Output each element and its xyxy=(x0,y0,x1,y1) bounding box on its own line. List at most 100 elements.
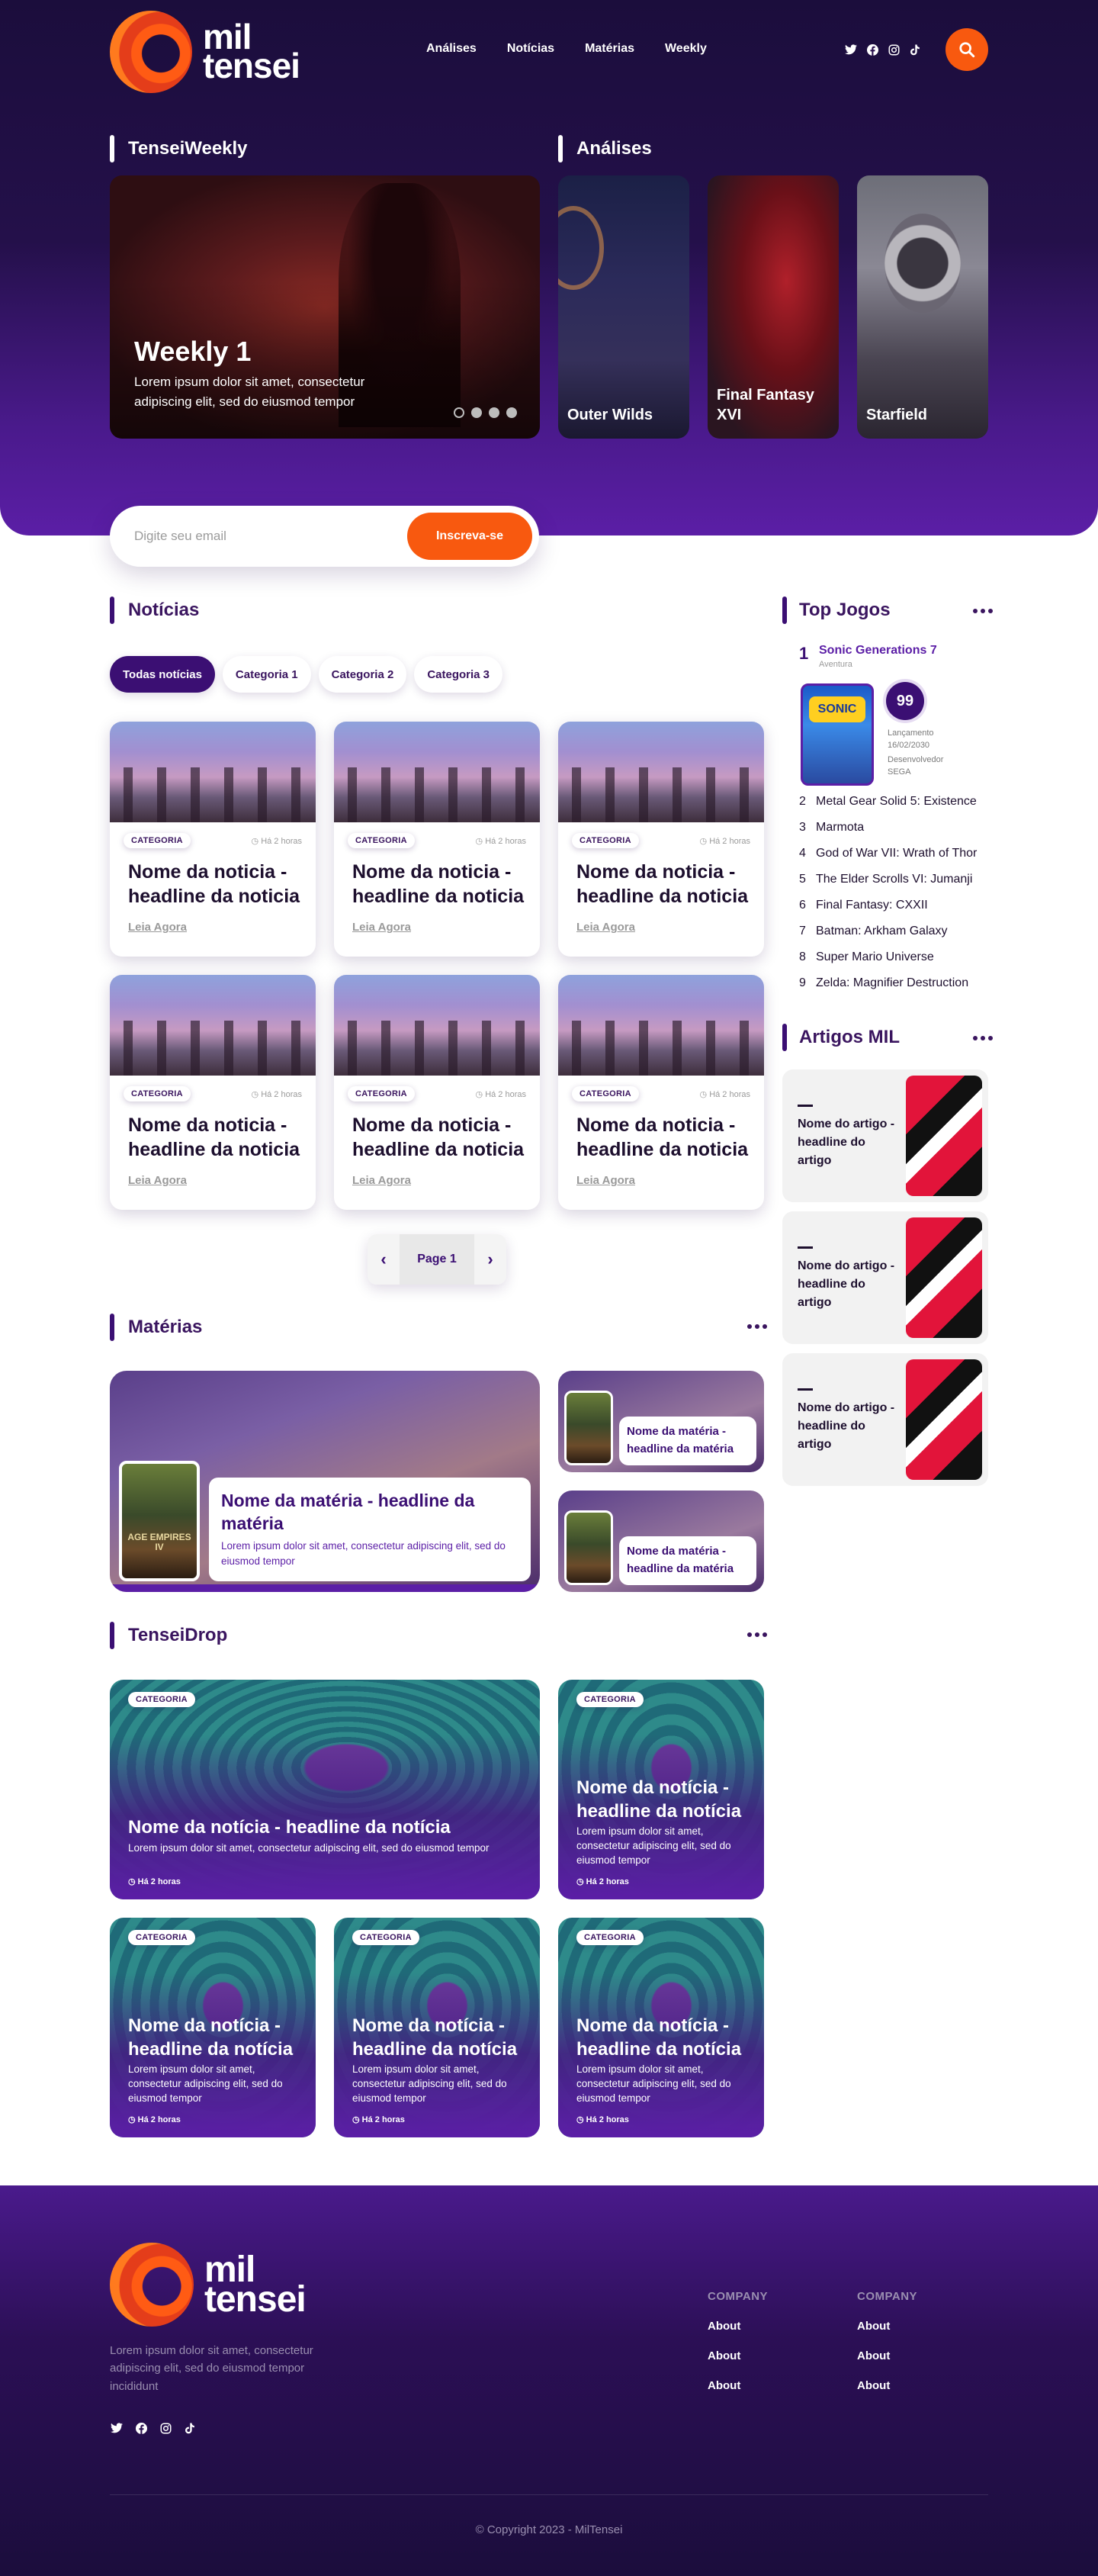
top-jogo-item[interactable]: 2 Metal Gear Solid 5: Existence xyxy=(799,789,997,815)
top-jogo-item[interactable]: 6 Final Fantasy: CXXII xyxy=(799,892,997,918)
read-more-link[interactable]: Leia Agora xyxy=(352,1174,411,1187)
footer-link-about[interactable]: About xyxy=(857,2320,917,2333)
carousel-dot-3[interactable] xyxy=(489,407,499,418)
artigo-image xyxy=(906,1359,982,1480)
weekly-hero-card[interactable]: Weekly 1 Lorem ipsum dolor sit amet, con… xyxy=(110,175,540,439)
carousel-dot-4[interactable] xyxy=(506,407,517,418)
analise-card-starfield[interactable]: Starfield xyxy=(857,175,988,439)
carousel-dot-2[interactable] xyxy=(471,407,482,418)
materia-card[interactable]: Nome da matéria - headline da matéria xyxy=(558,1371,764,1472)
email-input[interactable]: Digite seu email xyxy=(134,529,226,544)
logo-text-line2: tensei xyxy=(203,46,300,85)
materia-cover xyxy=(564,1510,613,1585)
analise-card-outer-wilds[interactable]: Outer Wilds xyxy=(558,175,689,439)
top-jogo-featured[interactable]: 1 Sonic Generations 7 Aventura SONIC 99 … xyxy=(799,642,990,787)
release-date: 16/02/2030 xyxy=(888,740,930,750)
drop-card-title: Nome da notícia - headline da notícia xyxy=(576,1777,742,1822)
artigo-card[interactable]: Nome do artigo - headline do artigo xyxy=(782,1353,988,1486)
instagram-icon[interactable] xyxy=(887,43,901,56)
read-more-link[interactable]: Leia Agora xyxy=(352,921,411,934)
drop-card[interactable]: CATEGORIA Nome da notícia - headline da … xyxy=(334,1918,540,2137)
artigos-more-icon[interactable] xyxy=(973,1036,993,1040)
newsletter-form: Digite seu email Inscreva-se xyxy=(110,506,539,567)
top-jogo-cover-text: SONIC xyxy=(809,696,865,722)
news-card-title: Nome da noticia - headline da noticia xyxy=(576,861,749,907)
news-card-title: Nome da noticia - headline da noticia xyxy=(128,861,300,907)
instagram-icon[interactable] xyxy=(159,2421,172,2435)
analise-card-final-fantasy[interactable]: Final Fantasy XVI xyxy=(708,175,839,439)
news-card[interactable]: CATEGORIA ◷ Há 2 horas Nome da noticia - … xyxy=(110,722,316,957)
materia-card[interactable]: Nome da matéria - headline da matéria xyxy=(558,1491,764,1592)
news-card[interactable]: CATEGORIA ◷ Há 2 horas Nome da noticia - … xyxy=(558,975,764,1210)
top-jogos-more-icon[interactable] xyxy=(973,609,993,613)
carousel-dot-1[interactable] xyxy=(454,407,464,418)
top-jogo-item[interactable]: 3 Marmota xyxy=(799,815,997,841)
chip-categoria-1[interactable]: Categoria 1 xyxy=(222,656,311,693)
chip-categoria-2[interactable]: Categoria 2 xyxy=(318,656,407,693)
drop-card[interactable]: CATEGORIA Nome da notícia - headline da … xyxy=(558,1918,764,2137)
top-jogo-item[interactable]: 8 Super Mario Universe xyxy=(799,944,997,970)
read-more-link[interactable]: Leia Agora xyxy=(128,921,187,934)
tiktok-icon[interactable] xyxy=(183,2421,197,2435)
clock-icon: ◷ xyxy=(576,2115,586,2124)
news-time: Há 2 horas xyxy=(709,836,750,846)
artigos-section-title: Artigos MIL xyxy=(782,1024,900,1051)
chip-categoria-3[interactable]: Categoria 3 xyxy=(414,656,503,693)
read-more-link[interactable]: Leia Agora xyxy=(128,1174,187,1187)
subscribe-button[interactable]: Inscreva-se xyxy=(407,513,532,560)
prev-page-button[interactable]: ‹ xyxy=(368,1234,400,1285)
news-card-title: Nome da noticia - headline da noticia xyxy=(128,1114,300,1160)
category-filter: Todas notícias Categoria 1 Categoria 2 C… xyxy=(110,656,503,693)
next-page-button[interactable]: › xyxy=(474,1234,506,1285)
materia-featured-card[interactable]: AGE EMPIRES IV Nome da matéria - headlin… xyxy=(110,1371,540,1592)
category-badge: CATEGORIA xyxy=(572,1086,639,1101)
materia-title: Nome da matéria - headline da matéria xyxy=(221,1491,475,1533)
footer-link-about[interactable]: About xyxy=(708,2379,768,2392)
top-jogo-item[interactable]: 4 God of War VII: Wrath of Thor xyxy=(799,841,997,867)
artigo-card[interactable]: Nome do artigo - headline do artigo xyxy=(782,1069,988,1202)
read-more-link[interactable]: Leia Agora xyxy=(576,921,635,934)
read-more-link[interactable]: Leia Agora xyxy=(576,1174,635,1187)
search-button[interactable] xyxy=(946,28,988,71)
nav-noticias[interactable]: Notícias xyxy=(507,42,554,56)
drop-card-title: Nome da notícia - headline da notícia xyxy=(352,2015,518,2060)
weekly-section-title: TenseiWeekly xyxy=(110,135,248,162)
twitter-icon[interactable] xyxy=(110,2421,124,2435)
footer-link-about[interactable]: About xyxy=(708,2349,768,2362)
top-jogo-item[interactable]: 9 Zelda: Magnifier Destruction xyxy=(799,970,997,996)
news-time: Há 2 horas xyxy=(709,1089,750,1099)
news-card[interactable]: CATEGORIA ◷ Há 2 horas Nome da noticia - … xyxy=(334,722,540,957)
nav-materias[interactable]: Matérias xyxy=(585,42,634,56)
top-jogo-cover: SONIC xyxy=(801,683,874,786)
materia-cover xyxy=(564,1391,613,1465)
artigo-card[interactable]: Nome do artigo - headline do artigo xyxy=(782,1211,988,1344)
news-time: Há 2 horas xyxy=(261,1089,302,1099)
nav-analises[interactable]: Análises xyxy=(426,42,477,56)
logo[interactable]: mil tensei xyxy=(110,11,300,93)
nav-weekly[interactable]: Weekly xyxy=(665,42,707,56)
news-card[interactable]: CATEGORIA ◷ Há 2 horas Nome da noticia - … xyxy=(334,975,540,1210)
facebook-icon[interactable] xyxy=(134,2421,148,2435)
chip-todas-noticias[interactable]: Todas notícias xyxy=(110,656,215,693)
category-badge: CATEGORIA xyxy=(124,1086,191,1101)
developer-label: Desenvolvedor xyxy=(888,754,944,764)
top-jogo-item[interactable]: 7 Batman: Arkham Galaxy xyxy=(799,918,997,944)
footer-link-about[interactable]: About xyxy=(857,2349,917,2362)
tiktok-icon[interactable] xyxy=(908,43,922,56)
footer-logo[interactable]: mil tensei xyxy=(110,2243,307,2327)
facebook-icon[interactable] xyxy=(865,43,879,56)
news-card[interactable]: CATEGORIA ◷ Há 2 horas Nome da noticia - … xyxy=(558,722,764,957)
materias-more-icon[interactable] xyxy=(747,1324,767,1329)
pagination: ‹ Page 1 › xyxy=(368,1234,506,1285)
news-card[interactable]: CATEGORIA ◷ Há 2 horas Nome da noticia - … xyxy=(110,975,316,1210)
developer-name: SEGA xyxy=(888,767,911,777)
drop-card[interactable]: CATEGORIA Nome da notícia - headline da … xyxy=(110,1918,316,2137)
drop-card-featured[interactable]: CATEGORIA Nome da notícia - headline da … xyxy=(110,1680,540,1899)
news-card-title: Nome da noticia - headline da noticia xyxy=(576,1114,749,1160)
footer-link-about[interactable]: About xyxy=(857,2379,917,2392)
twitter-icon[interactable] xyxy=(844,43,858,56)
footer-link-about[interactable]: About xyxy=(708,2320,768,2333)
drop-more-icon[interactable] xyxy=(747,1632,767,1637)
top-jogo-item[interactable]: 5 The Elder Scrolls VI: Jumanji xyxy=(799,867,997,892)
drop-card[interactable]: CATEGORIA Nome da notícia - headline da … xyxy=(558,1680,764,1899)
